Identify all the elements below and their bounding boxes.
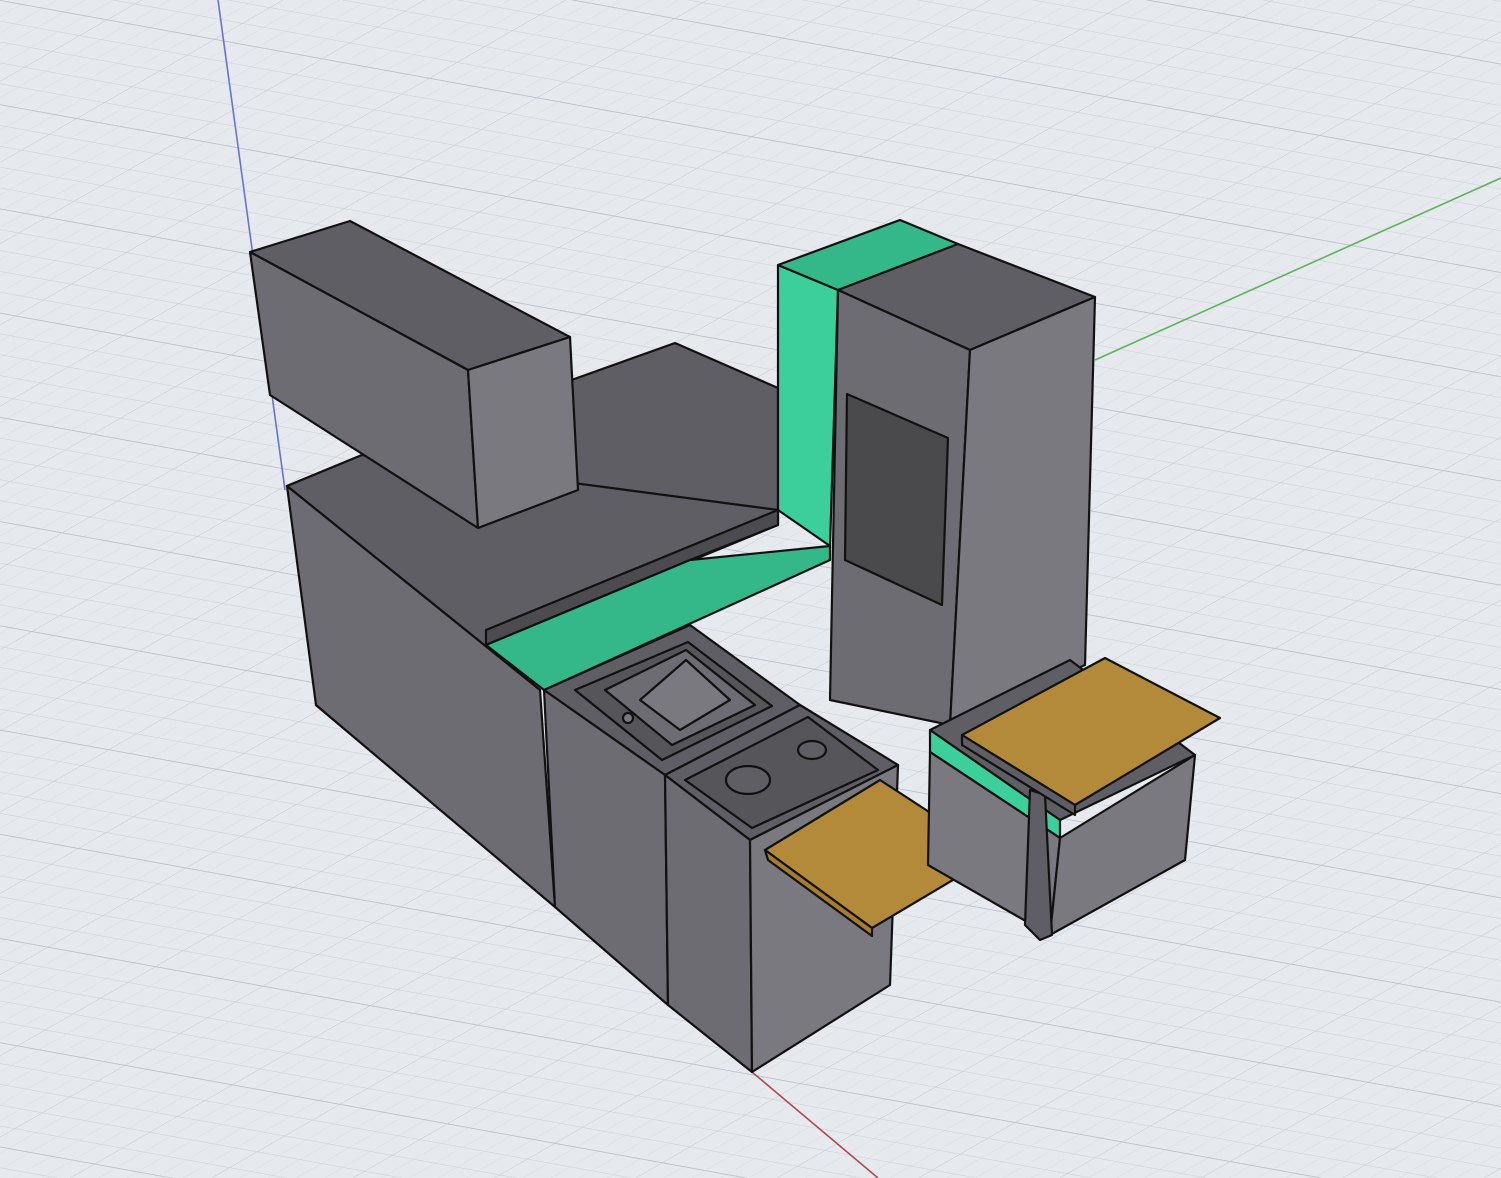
burner-small-icon[interactable] [796,739,828,761]
scene-canvas[interactable] [0,0,1501,1178]
faucet-hole [621,711,635,725]
3d-viewport[interactable] [0,0,1501,1178]
burner-large-icon[interactable] [724,764,772,796]
